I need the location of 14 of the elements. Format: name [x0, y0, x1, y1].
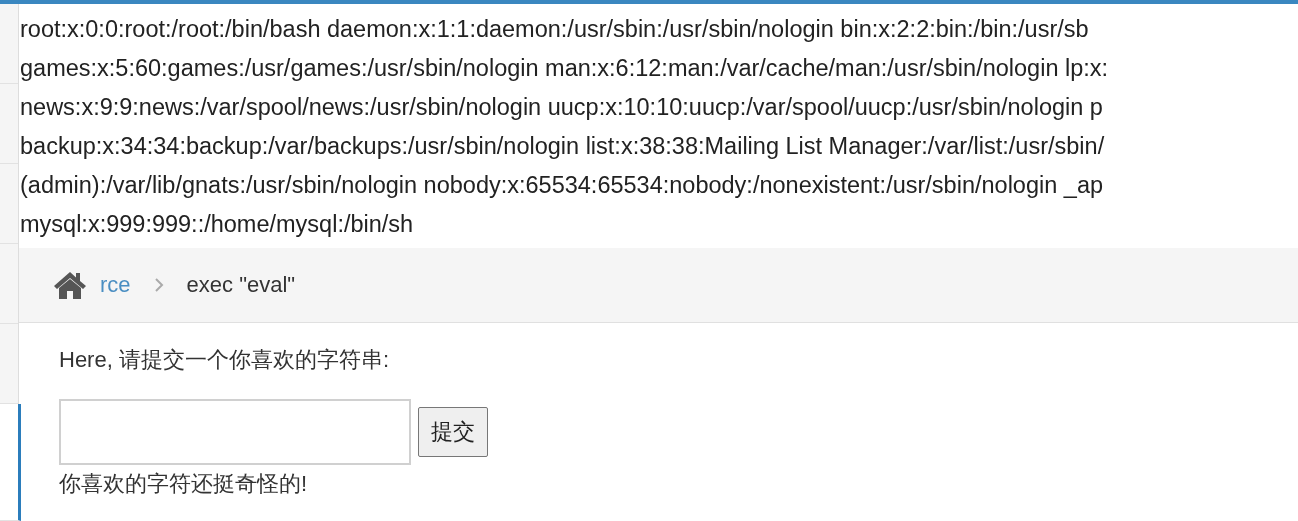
output-line: backup:x:34:34:backup:/var/backups:/usr/sbin/nologin list:x:38:38:Mailing List Manager:/var/list:/usr/sbin/	[20, 132, 1105, 161]
prompt-text: Here, 请提交一个你喜欢的字符串:	[59, 346, 391, 374]
output-line: news:x:9:9:news:/var/spool/news:/usr/sbin/nologin uucp:x:10:10:uucp:/var/spool/uucp:/usr/sbin/nologin p	[20, 93, 1103, 122]
chevron-icon	[153, 278, 164, 292]
submit-button[interactable]: 提交	[418, 407, 488, 457]
output-line: mysql:x:999:999::/home/mysql:/bin/sh	[20, 210, 414, 239]
result-text: 你喜欢的字符还挺奇怪的!	[59, 470, 309, 498]
output-line: (admin):/var/lib/gnats:/usr/sbin/nologin nobody:x:65534:65534:nobody:/nonexistent:/usr/sbin/nologin _ap	[20, 171, 1104, 200]
home-icon	[53, 270, 87, 300]
input-field[interactable]	[59, 399, 411, 465]
output-line: games:x:5:60:games:/usr/games:/usr/sbin/nologin man:x:6:12:man:/var/cache/man:/usr/sbin/nologin lp:x:	[20, 54, 1109, 83]
sidebar-item[interactable]	[0, 404, 21, 521]
output-line: root:x:0:0:root:/root:/bin/bash daemon:x:1:1:daemon:/usr/sbin:/usr/sbin/nologin bin:x:2:2:bin:/bin:/usr/sb	[20, 15, 1089, 44]
breadcrumb-current: exec "eval"	[186, 272, 296, 298]
